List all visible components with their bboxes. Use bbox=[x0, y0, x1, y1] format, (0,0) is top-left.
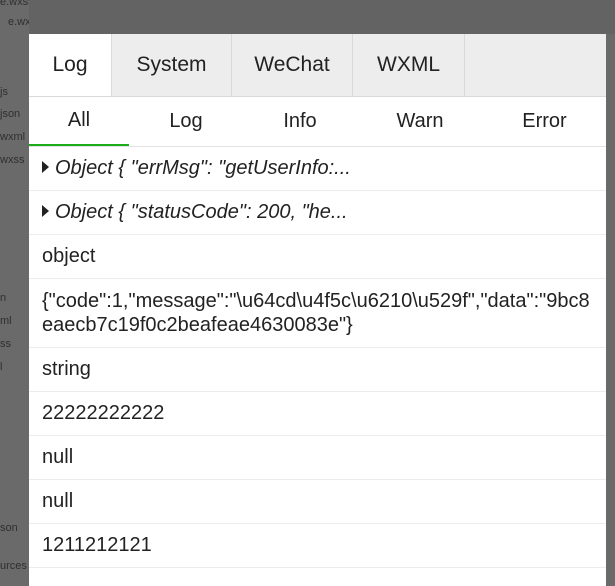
log-text: 22222222222 bbox=[42, 402, 165, 424]
filter-warn[interactable]: Warn bbox=[357, 97, 483, 146]
background-file: js bbox=[0, 86, 8, 98]
filter-log[interactable]: Log bbox=[129, 97, 243, 146]
expand-caret-icon[interactable] bbox=[42, 205, 49, 217]
main-tab-bar: Log System WeChat WXML bbox=[29, 34, 606, 97]
log-filter-bar: All Log Info Warn Error bbox=[29, 97, 606, 147]
log-row: {"code":1,"message":"\u64cd\u4f5c\u6210\… bbox=[29, 279, 606, 348]
log-text: Object { "statusCode": 200, "he... bbox=[55, 201, 348, 223]
background-file: e.wxs bbox=[8, 16, 29, 28]
tab-log[interactable]: Log bbox=[29, 34, 112, 96]
background-file: ml bbox=[0, 315, 12, 327]
background-overlay-top bbox=[29, 0, 615, 34]
log-row: 1211212121 bbox=[29, 524, 606, 568]
filter-all[interactable]: All bbox=[29, 97, 129, 146]
log-row[interactable]: Object { "errMsg": "getUserInfo:... bbox=[29, 147, 606, 191]
log-list: Object { "errMsg": "getUserInfo:... Obje… bbox=[29, 147, 606, 568]
background-file: json bbox=[0, 108, 21, 120]
log-text: null bbox=[42, 490, 74, 512]
log-row: null bbox=[29, 480, 606, 524]
background-file: wxss bbox=[0, 154, 25, 166]
log-text: object bbox=[42, 245, 96, 267]
log-text: null bbox=[42, 446, 74, 468]
log-row[interactable]: Object { "statusCode": 200, "he... bbox=[29, 191, 606, 235]
filter-error[interactable]: Error bbox=[483, 97, 606, 146]
background-file: wxml bbox=[0, 131, 26, 143]
vconsole-panel: Log System WeChat WXML All Log Info Warn… bbox=[29, 34, 606, 586]
tab-wxml[interactable]: WXML bbox=[353, 34, 465, 96]
background-file-tree: e.wxss e.wxs js json wxml wxss n ml ss l… bbox=[0, 0, 29, 586]
log-row: string bbox=[29, 348, 606, 392]
log-text: string bbox=[42, 358, 91, 380]
log-row: 22222222222 bbox=[29, 392, 606, 436]
expand-caret-icon[interactable] bbox=[42, 161, 49, 173]
tab-bar-spacer bbox=[465, 34, 606, 96]
tab-system[interactable]: System bbox=[112, 34, 232, 96]
log-text: Object { "errMsg": "getUserInfo:... bbox=[55, 157, 351, 179]
background-file: n bbox=[0, 292, 7, 304]
log-row: object bbox=[29, 235, 606, 279]
tab-wechat[interactable]: WeChat bbox=[232, 34, 353, 96]
background-file: urces bbox=[0, 560, 27, 572]
filter-info[interactable]: Info bbox=[243, 97, 357, 146]
background-overlay-right bbox=[606, 34, 615, 586]
log-text: {"code":1,"message":"\u64cd\u4f5c\u6210\… bbox=[42, 290, 590, 336]
background-file: e.wxss bbox=[0, 0, 29, 8]
background-file: l bbox=[0, 361, 3, 373]
log-text: 1211212121 bbox=[42, 534, 152, 556]
background-file: son bbox=[0, 522, 18, 534]
log-row: null bbox=[29, 436, 606, 480]
background-file: ss bbox=[0, 338, 11, 350]
